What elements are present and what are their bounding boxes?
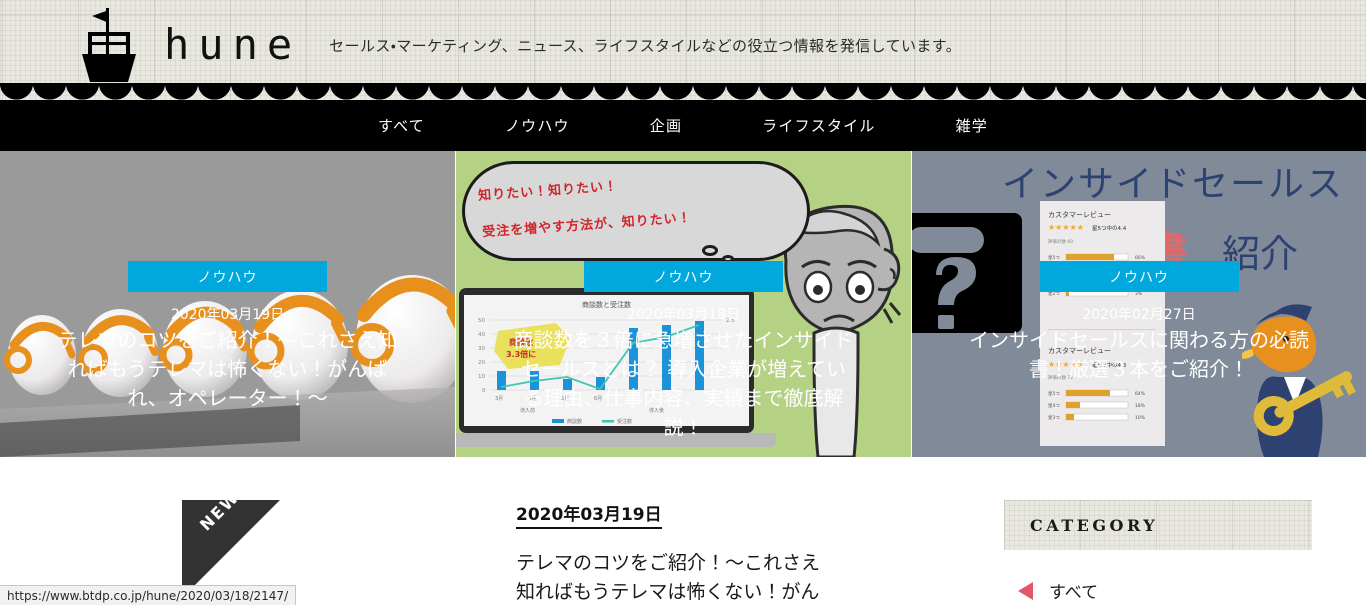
status-bar-url: https://www.btdp.co.jp/hune/2020/03/18/2…: [7, 588, 289, 603]
featured-card-3-artwork: インサイドセールス 良書 紹介 カスタマーレビュー ★★★★★ 星5つ中の4.4…: [912, 151, 1366, 457]
svg-text:導入前: 導入前: [520, 407, 535, 414]
svg-text:商談数と受注数: 商談数と受注数: [582, 300, 631, 309]
call-center-operators-illustration: [0, 275, 455, 457]
svg-text:星5つ中の4.4: 星5つ中の4.4: [1092, 224, 1127, 232]
svg-text:17%: 17%: [1135, 267, 1146, 273]
post-title[interactable]: テレマのコツをご紹介！〜これさえ知ればもうテレマは怖くない！がんば: [516, 549, 834, 605]
svg-text:受注数: 受注数: [617, 418, 632, 425]
speech-bubble-dot-2: [722, 255, 734, 263]
svg-text:5月: 5月: [561, 396, 569, 402]
svg-text:評価の数 60: 評価の数 60: [1048, 238, 1073, 245]
review-panel-content: カスタマーレビュー ★★★★★ 星5つ中の4.4 評価の数 60 星5つ 66% …: [1040, 201, 1165, 446]
customer-review-panel: カスタマーレビュー ★★★★★ 星5つ中の4.4 評価の数 60 星5つ 66% …: [1040, 201, 1165, 446]
site-header: hune セールス・マーケティング、ニュース、ライフスタイルなどの役立つ情報を発…: [0, 0, 1366, 100]
nav-item-lifestyle[interactable]: ライフスタイル: [722, 115, 915, 136]
svg-text:10: 10: [478, 374, 485, 380]
svg-text:3月: 3月: [495, 396, 503, 402]
ship-icon: [82, 8, 136, 82]
svg-text:6月: 6月: [594, 396, 602, 402]
speech-bubble-dot-1: [702, 245, 718, 256]
sidebar-item-all-label: すべて: [1049, 583, 1099, 603]
post-date[interactable]: 2020年03月19日: [516, 500, 662, 529]
svg-text:商談数: 商談数: [509, 337, 534, 347]
featured-card-2[interactable]: 知りたい！知りたい！ 受注を増やす方法が、知りたい！ 商談数と受注数 50 40 3…: [456, 151, 911, 457]
svg-text:商談数: 商談数: [567, 418, 582, 425]
svg-text:0: 0: [482, 388, 486, 394]
inside-sales-heading: インサイドセールス: [1002, 164, 1345, 205]
tablet-screen: 商談数と受注数 50 40 30 20 10 0 2.5 商談数 3.3倍に 3…: [464, 295, 749, 426]
nav-item-all[interactable]: すべて: [338, 115, 465, 136]
featured-posts-row: ノウハウ 2020年03月19日 テレマのコツをご紹介！〜これさえ知ればもうテレ…: [0, 151, 1366, 457]
svg-text:20: 20: [478, 360, 485, 366]
main-content: NEW 2020年03月19日 テレマのコツをご紹介！〜これさえ知ればもうテレマ…: [0, 457, 1366, 605]
nav-item-trivia[interactable]: 雑学: [916, 115, 1028, 136]
nav-item-planning[interactable]: 企画: [610, 115, 722, 136]
svg-text:3%: 3%: [1135, 291, 1143, 297]
nav-item-knowhow[interactable]: ノウハウ: [465, 115, 610, 136]
svg-text:★★★★★: ★★★★★: [1048, 360, 1084, 369]
brand-logo[interactable]: hune: [70, 4, 301, 86]
svg-text:30: 30: [478, 346, 485, 352]
shoukai-word: 紹介: [1222, 232, 1299, 276]
brand-name: hune: [164, 20, 302, 69]
svg-text:星5つ中の4.3: 星5つ中の4.3: [1092, 361, 1127, 369]
featured-card-2-artwork: 知りたい！知りたい！ 受注を増やす方法が、知りたい！ 商談数と受注数 50 40 3…: [456, 151, 911, 457]
svg-text:3.3倍に: 3.3倍に: [506, 349, 536, 359]
sidebar: CATEGORY すべて: [1004, 500, 1312, 605]
svg-text:66%: 66%: [1135, 255, 1146, 261]
main-navigation: すべて ノウハウ 企画 ライフスタイル 雑学: [0, 100, 1366, 151]
svg-text:導入後: 導入後: [649, 407, 664, 414]
nav-list: すべて ノウハウ 企画 ライフスタイル 雑学: [338, 115, 1028, 136]
svg-text:星5つ: 星5つ: [1048, 255, 1060, 261]
svg-text:星4つ: 星4つ: [1048, 403, 1060, 409]
svg-text:星4つ: 星4つ: [1048, 267, 1060, 273]
featured-card-1-artwork: [0, 151, 455, 457]
tablet-device: 商談数と受注数 50 40 30 20 10 0 2.5 商談数 3.3倍に 3…: [459, 288, 754, 433]
post-date-wrap: 2020年03月19日: [516, 500, 834, 529]
sales-chart: 商談数と受注数 50 40 30 20 10 0 2.5 商談数 3.3倍に 3月 4月…: [478, 300, 735, 425]
svg-text:64%: 64%: [1135, 391, 1146, 397]
svg-text:50: 50: [478, 318, 485, 324]
svg-text:4月: 4月: [528, 396, 536, 402]
site-tagline: セールス・マーケティング、ニュース、ライフスタイルなどの役立つ情報を発信していま…: [329, 36, 962, 55]
svg-text:40: 40: [478, 332, 485, 338]
svg-text:★★★★★: ★★★★★: [1048, 223, 1084, 232]
scallop-edge: [0, 82, 1366, 100]
svg-text:11%: 11%: [1135, 279, 1146, 285]
svg-text:10%: 10%: [1135, 415, 1146, 421]
book-question-icon: [912, 213, 1022, 333]
svg-text:評価の数 72: 評価の数 72: [1048, 374, 1073, 381]
sidebar-item-all[interactable]: すべて: [1004, 578, 1312, 603]
new-badge-ribbon: [182, 500, 280, 598]
header-inner: hune セールス・マーケティング、ニュース、ライフスタイルなどの役立つ情報を発…: [0, 0, 1366, 90]
svg-text:2.5: 2.5: [726, 318, 735, 324]
svg-text:18%: 18%: [1135, 403, 1146, 409]
svg-text:カスタマーレビュー: カスタマーレビュー: [1048, 210, 1111, 219]
sidebar-category-heading: CATEGORY: [1030, 515, 1159, 535]
post-summary: 2020年03月19日 テレマのコツをご紹介！〜これさえ知ればもうテレマは怖くな…: [516, 500, 834, 605]
svg-text:星3つ: 星3つ: [1048, 279, 1060, 285]
svg-text:星5つ: 星5つ: [1048, 391, 1060, 397]
featured-card-1[interactable]: ノウハウ 2020年03月19日 テレマのコツをご紹介！〜これさえ知ればもうテレ…: [0, 151, 455, 457]
svg-text:カスタマーレビュー: カスタマーレビュー: [1048, 346, 1111, 355]
browser-status-bar: https://www.btdp.co.jp/hune/2020/03/18/2…: [0, 585, 297, 605]
triangle-marker-icon: [1018, 581, 1033, 600]
sidebar-category-header: CATEGORY: [1004, 500, 1312, 550]
svg-text:星2つ: 星2つ: [1048, 291, 1060, 297]
tablet-base: [456, 433, 776, 447]
svg-text:星3つ: 星3つ: [1048, 415, 1060, 421]
featured-card-3[interactable]: インサイドセールス 良書 紹介 カスタマーレビュー ★★★★★ 星5つ中の4.4…: [912, 151, 1366, 457]
bird-character-illustration: [1242, 304, 1356, 457]
